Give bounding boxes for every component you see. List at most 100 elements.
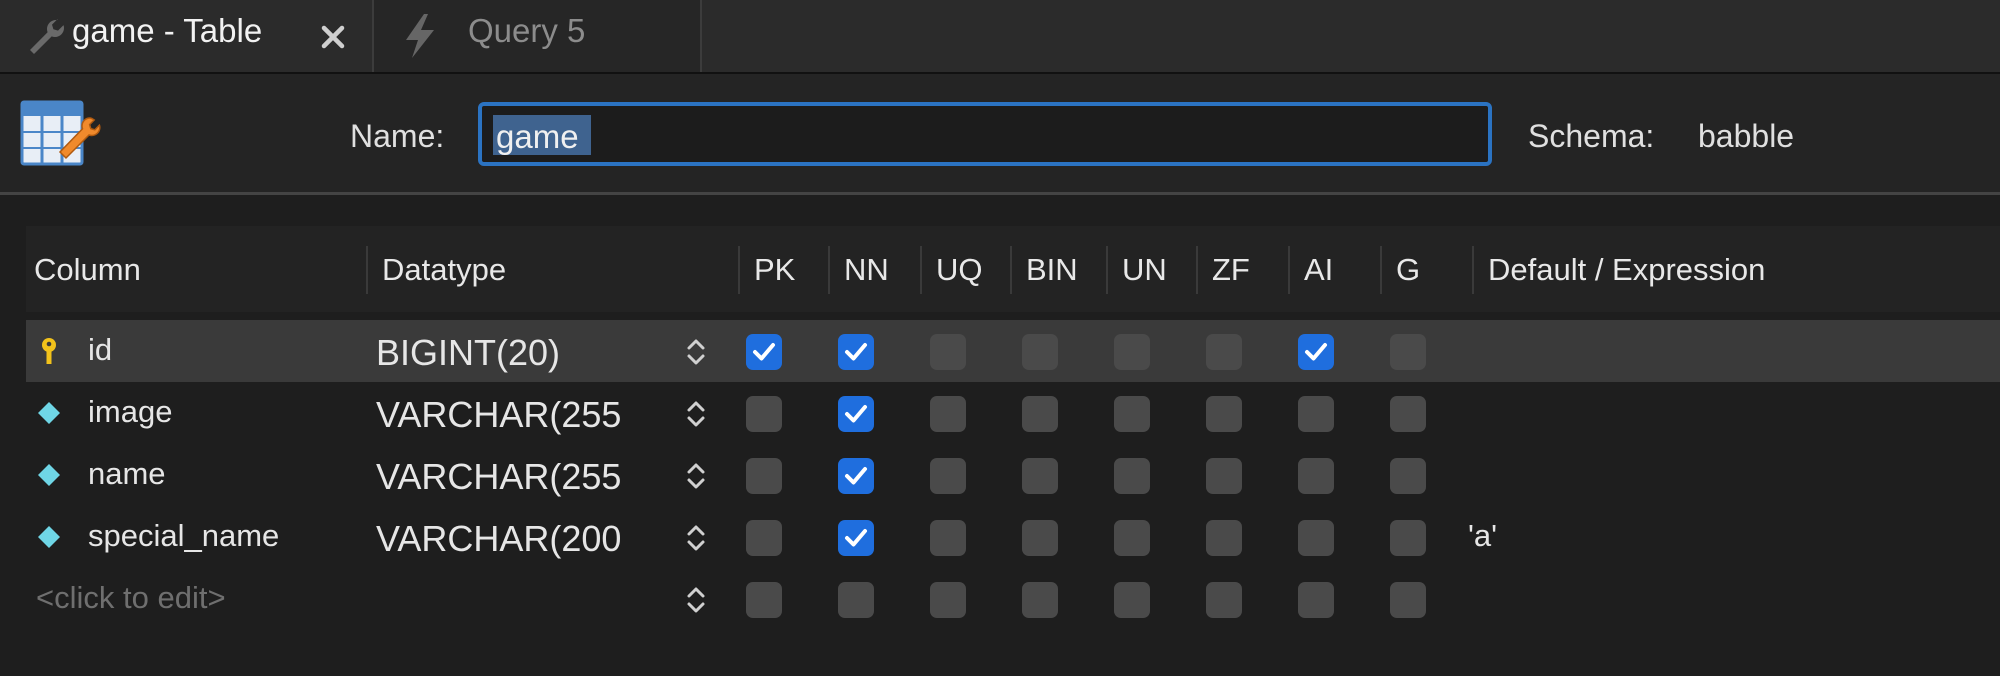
grid-header: Column Datatype PK NN UQ BIN UN ZF AI G Default / … (26, 226, 2000, 312)
nn-checkbox[interactable] (838, 458, 874, 494)
header-uq[interactable]: UQ (936, 252, 983, 288)
schema-value: babble (1698, 118, 1795, 154)
g-checkbox[interactable] (1390, 458, 1426, 494)
pk-checkbox[interactable] (746, 582, 782, 618)
new-row-placeholder[interactable]: <click to edit> (26, 568, 2000, 630)
schema-label: Schema: (1528, 118, 1655, 154)
uq-checkbox[interactable] (930, 396, 966, 432)
table-row[interactable]: image VARCHAR(255 (26, 382, 2000, 444)
header-nn[interactable]: NN (844, 252, 889, 288)
g-checkbox[interactable] (1390, 520, 1426, 556)
datatype-cell[interactable]: VARCHAR(200 (376, 518, 621, 560)
header-separator (738, 246, 740, 294)
un-checkbox[interactable] (1114, 520, 1150, 556)
click-to-edit-cell[interactable]: <click to edit> (36, 580, 226, 616)
ai-checkbox[interactable] (1298, 582, 1334, 618)
nn-checkbox[interactable] (838, 520, 874, 556)
close-icon[interactable] (316, 20, 350, 54)
nn-checkbox[interactable] (838, 582, 874, 618)
table-name-bar: Name: game Schema: babble (0, 74, 2000, 195)
bin-checkbox[interactable] (1022, 582, 1058, 618)
zf-checkbox[interactable] (1206, 334, 1242, 370)
header-separator (1010, 246, 1012, 294)
diamond-icon (38, 464, 60, 486)
uq-checkbox[interactable] (930, 334, 966, 370)
g-checkbox[interactable] (1390, 396, 1426, 432)
stepper-icon[interactable] (684, 522, 708, 554)
un-checkbox[interactable] (1114, 334, 1150, 370)
header-separator (1288, 246, 1290, 294)
zf-checkbox[interactable] (1206, 582, 1242, 618)
datatype-cell[interactable]: BIGINT(20) (376, 332, 560, 374)
stepper-icon[interactable] (684, 398, 708, 430)
name-label: Name: (350, 118, 445, 154)
bin-checkbox[interactable] (1022, 458, 1058, 494)
nn-checkbox[interactable] (838, 334, 874, 370)
header-pk[interactable]: PK (754, 252, 795, 288)
wrench-icon (30, 19, 64, 55)
g-checkbox[interactable] (1390, 582, 1426, 618)
pk-checkbox[interactable] (746, 520, 782, 556)
table-row[interactable]: name VARCHAR(255 (26, 444, 2000, 506)
header-datatype[interactable]: Datatype (382, 252, 506, 288)
header-ai[interactable]: AI (1304, 252, 1333, 288)
ai-checkbox[interactable] (1298, 458, 1334, 494)
ai-checkbox[interactable] (1298, 334, 1334, 370)
uq-checkbox[interactable] (930, 458, 966, 494)
table-row[interactable]: special_name VARCHAR(200 'a' (26, 506, 2000, 568)
column-name-cell[interactable]: special_name (88, 518, 279, 554)
zf-checkbox[interactable] (1206, 520, 1242, 556)
diamond-icon (38, 402, 60, 424)
header-g[interactable]: G (1396, 252, 1420, 288)
header-separator (1380, 246, 1382, 294)
stepper-icon[interactable] (684, 336, 708, 368)
ai-checkbox[interactable] (1298, 520, 1334, 556)
header-bin[interactable]: BIN (1026, 252, 1078, 288)
header-separator (1196, 246, 1198, 294)
column-name-cell[interactable]: image (88, 394, 172, 430)
column-name-cell[interactable]: id (88, 332, 112, 368)
un-checkbox[interactable] (1114, 582, 1150, 618)
checkmark-icon (753, 343, 775, 361)
header-zf[interactable]: ZF (1212, 252, 1250, 288)
pk-checkbox[interactable] (746, 396, 782, 432)
pk-checkbox[interactable] (746, 458, 782, 494)
bin-checkbox[interactable] (1022, 396, 1058, 432)
un-checkbox[interactable] (1114, 396, 1150, 432)
zf-checkbox[interactable] (1206, 458, 1242, 494)
header-default-expression[interactable]: Default / Expression (1488, 252, 1765, 288)
datatype-cell[interactable]: VARCHAR(255 (376, 456, 621, 498)
stepper-icon[interactable] (684, 584, 708, 616)
nn-checkbox[interactable] (838, 396, 874, 432)
default-expression-cell[interactable]: 'a' (1468, 518, 1497, 554)
datatype-cell[interactable]: VARCHAR(255 (376, 394, 621, 436)
tab-game-table[interactable]: game - Table (0, 0, 374, 72)
lightning-icon (406, 14, 434, 58)
table-edit-icon (20, 100, 101, 166)
header-un[interactable]: UN (1122, 252, 1167, 288)
table-row[interactable]: id BIGINT(20) (26, 320, 2000, 382)
ai-checkbox[interactable] (1298, 396, 1334, 432)
pk-checkbox[interactable] (746, 334, 782, 370)
uq-checkbox[interactable] (930, 582, 966, 618)
header-separator (828, 246, 830, 294)
header-column[interactable]: Column (34, 252, 141, 288)
diamond-icon (38, 526, 60, 548)
tab-bar: game - Table Query 5 (0, 0, 2000, 74)
table-name-input[interactable] (478, 102, 1492, 166)
uq-checkbox[interactable] (930, 520, 966, 556)
column-name-cell[interactable]: name (88, 456, 166, 492)
tab-label: Query 5 (468, 12, 586, 49)
stepper-icon[interactable] (684, 460, 708, 492)
columns-grid: Column Datatype PK NN UQ BIN UN ZF AI G Default / … (26, 226, 2000, 676)
key-icon (42, 338, 56, 364)
g-checkbox[interactable] (1390, 334, 1426, 370)
bin-checkbox[interactable] (1022, 334, 1058, 370)
un-checkbox[interactable] (1114, 458, 1150, 494)
zf-checkbox[interactable] (1206, 396, 1242, 432)
bin-checkbox[interactable] (1022, 520, 1058, 556)
checkmark-icon (845, 405, 867, 423)
checkmark-icon (845, 343, 867, 361)
header-separator (1106, 246, 1108, 294)
tab-query-5[interactable]: Query 5 (374, 0, 702, 72)
